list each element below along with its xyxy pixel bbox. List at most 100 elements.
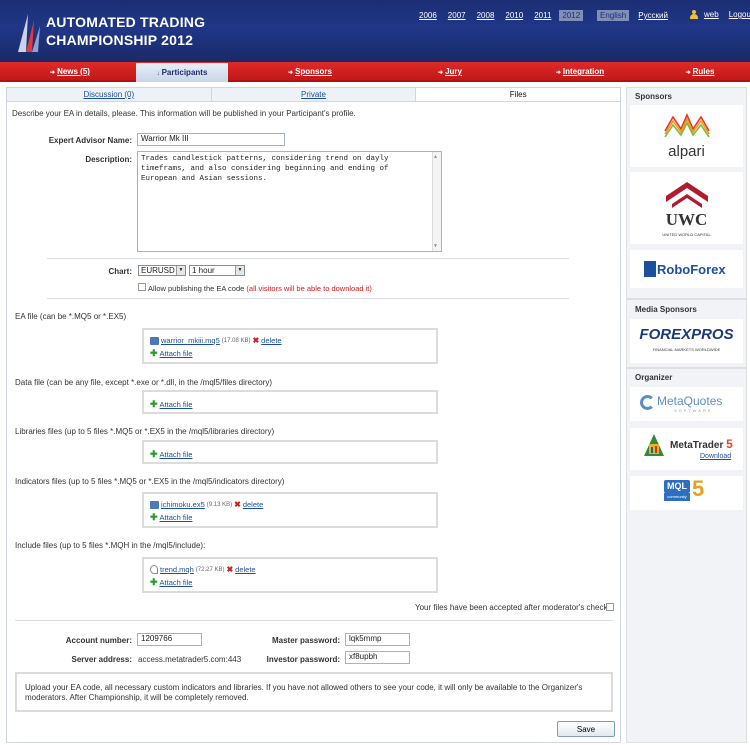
- alpari-logo[interactable]: alpari: [630, 105, 743, 167]
- investor-password-field[interactable]: xf8upbh: [345, 651, 410, 664]
- libraries-box: ✚ Attach file: [142, 440, 438, 464]
- file-size: (72.27 KB): [195, 566, 225, 573]
- file-link[interactable]: ichimoku.ex5: [161, 500, 205, 509]
- sidebar-divider: [627, 298, 746, 300]
- plus-icon: ✚: [150, 577, 158, 587]
- delete-icon[interactable]: ✖: [226, 565, 233, 574]
- nav-jury[interactable]: ➔ Jury: [390, 62, 510, 82]
- account-number-label: Account number:: [65, 636, 132, 645]
- nav-integration[interactable]: ➔ Integration: [510, 62, 650, 82]
- attach-row: ✚ Attach file: [150, 348, 192, 359]
- description-scrollbar[interactable]: [432, 152, 441, 251]
- championship-logo-icon: [18, 14, 40, 52]
- alpari-text: alpari: [668, 143, 705, 160]
- description-textarea[interactable]: Trades candlestick patterns, considering…: [137, 151, 442, 252]
- delete-link[interactable]: delete: [261, 336, 281, 345]
- delete-icon[interactable]: ✖: [252, 336, 259, 345]
- intro-text: Describe your EA in details, please. Thi…: [12, 109, 356, 118]
- binary-file-icon: [150, 500, 159, 509]
- arrow-down-icon: ↓: [156, 71, 160, 77]
- delete-link[interactable]: delete: [235, 565, 255, 574]
- delete-icon[interactable]: ✖: [234, 500, 241, 509]
- uwc-text: UWC: [665, 210, 708, 229]
- metaquotes-icon: [640, 395, 655, 410]
- data-file-box: ✚ Attach file: [142, 390, 438, 414]
- attach-file-link[interactable]: Attach file: [160, 400, 193, 409]
- user-profile-link[interactable]: web: [704, 10, 719, 19]
- metatrader5-logo[interactable]: MetaTrader 5 Download: [630, 428, 743, 470]
- delete-link[interactable]: delete: [243, 500, 263, 509]
- allow-publishing-checkbox[interactable]: [138, 283, 146, 291]
- master-password-label: Master password:: [271, 636, 340, 645]
- metaquotes-logo[interactable]: MetaQuotes SOFTWARE: [630, 387, 743, 421]
- forexpros-logo[interactable]: FOREXPROS FINANCIAL MARKETS WORLDWIDE: [630, 319, 743, 363]
- file-link[interactable]: trend.mqh: [160, 565, 194, 574]
- logout-link[interactable]: Logout: [729, 10, 750, 19]
- timeframe-value: 1 hour: [192, 266, 215, 275]
- plus-icon: ✚: [150, 512, 158, 522]
- tab-discussion[interactable]: Discussion (0): [7, 88, 212, 101]
- year-link-2012[interactable]: 2012: [559, 10, 584, 21]
- metatrader-text: MetaTrader 5: [670, 437, 733, 451]
- master-password-field[interactable]: lqk5mmp: [345, 633, 410, 646]
- sponsors-heading: Sponsors: [635, 92, 672, 101]
- uwc-logo[interactable]: UWC UNITED WORLD CAPITAL: [630, 172, 743, 244]
- nav-participants[interactable]: ↓ Participants: [136, 63, 228, 82]
- attach-file-link[interactable]: Attach file: [160, 450, 193, 459]
- chevron-down-icon: ▼: [235, 266, 244, 275]
- ea-file-section-title: EA file (can be *.MQ5 or *.EX5): [15, 312, 127, 321]
- chevron-down-icon: ▼: [176, 266, 185, 275]
- timeframe-select[interactable]: 1 hour ▼: [189, 265, 245, 276]
- metatrader-download-link[interactable]: Download: [700, 453, 731, 460]
- files-accepted-label: Your files have been accepted after mode…: [415, 603, 608, 612]
- symbol-select[interactable]: EURUSD ▼: [138, 265, 186, 276]
- arrow-right-icon: ➔: [685, 70, 691, 76]
- year-link-2011[interactable]: 2011: [531, 10, 554, 21]
- indicators-section-title: Indicators files (up to 5 files *.MQ5 or…: [15, 477, 285, 486]
- tab-private[interactable]: Private: [212, 88, 417, 101]
- ea-name-input[interactable]: Warrior Mk III: [137, 133, 285, 146]
- divider: [47, 258, 569, 259]
- user-area: web Logout: [690, 10, 750, 19]
- nav-news[interactable]: ➔ News (5): [6, 62, 134, 82]
- nav-rules[interactable]: ➔ Rules: [650, 62, 750, 82]
- roboforex-logo[interactable]: RoboForex: [630, 250, 743, 288]
- year-selector: 2006 2007 2008 2010 2011 2012: [416, 10, 588, 21]
- include-section-title: Include files (up to 5 files *.MQH in th…: [15, 541, 206, 550]
- language-selector: English Русский: [597, 10, 677, 21]
- sidebar-divider: [627, 367, 746, 369]
- account-number-field[interactable]: 1209766: [137, 633, 202, 646]
- description-label: Description:: [85, 155, 132, 164]
- include-file-icon: [150, 565, 158, 574]
- attach-file-link[interactable]: Attach file: [160, 513, 193, 522]
- attach-row: ✚ Attach file: [150, 449, 192, 460]
- file-link[interactable]: warrior_mkiii.mq5: [161, 336, 220, 345]
- file-row: warrior_mkiii.mq5 (17.08 KB) ✖ delete: [150, 336, 282, 345]
- server-address-label: Server address:: [71, 655, 132, 664]
- logo-title: AUTOMATED TRADING: [46, 14, 206, 30]
- attach-file-link[interactable]: Attach file: [160, 349, 193, 358]
- nav-sponsors[interactable]: ➔ Sponsors: [230, 62, 390, 82]
- uwc-roof-icon: [666, 182, 708, 208]
- plus-icon: ✚: [150, 399, 158, 409]
- include-box: trend.mqh (72.27 KB) ✖ delete ✚ Attach f…: [142, 557, 438, 593]
- mql5-logo[interactable]: MQL community 5: [630, 476, 743, 510]
- year-link-2010[interactable]: 2010: [502, 10, 526, 21]
- files-accepted-checkbox: [606, 603, 614, 611]
- data-file-section-title: Data file (can be any file, except *.exe…: [15, 378, 273, 387]
- attach-row: ✚ Attach file: [150, 577, 192, 588]
- metaquotes-text: MetaQuotes: [657, 394, 723, 408]
- year-link-2006[interactable]: 2006: [416, 10, 440, 21]
- file-row: ichimoku.ex5 (9.13 KB) ✖ delete: [150, 500, 263, 509]
- file-row: trend.mqh (72.27 KB) ✖ delete: [150, 565, 256, 574]
- year-link-2007[interactable]: 2007: [445, 10, 469, 21]
- site-header: AUTOMATED TRADING CHAMPIONSHIP 2012 2006…: [0, 0, 750, 62]
- save-button[interactable]: Save: [557, 721, 615, 737]
- tab-files[interactable]: Files: [416, 88, 621, 101]
- language-english[interactable]: English: [597, 10, 630, 21]
- roboforex-text: RoboForex: [657, 262, 726, 277]
- year-link-2008[interactable]: 2008: [474, 10, 498, 21]
- language-russian[interactable]: Русский: [635, 10, 671, 21]
- attach-file-link[interactable]: Attach file: [160, 578, 193, 587]
- source-file-icon: [150, 336, 159, 345]
